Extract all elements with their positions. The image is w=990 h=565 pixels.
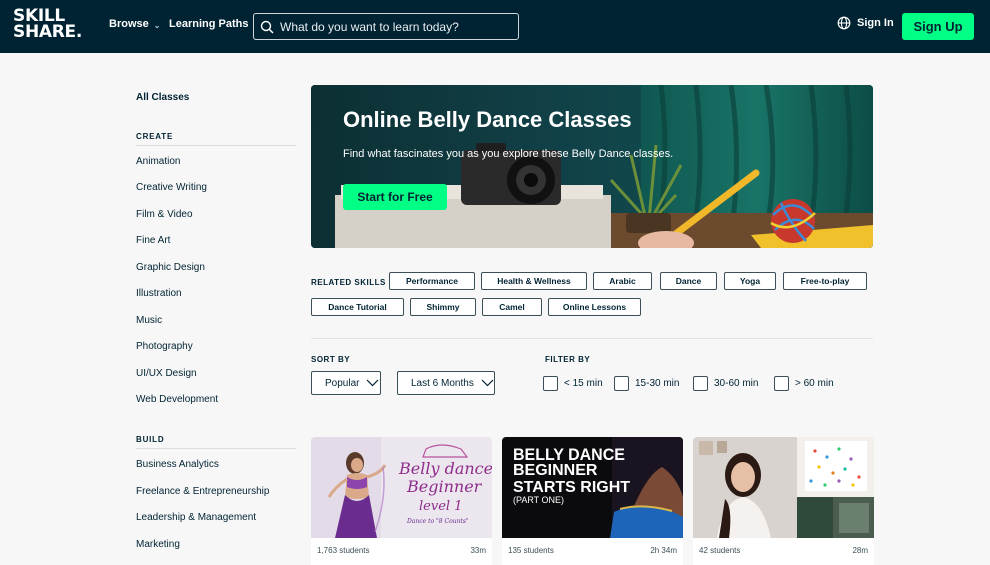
filter-label-15-30: 15-30 min: [635, 378, 680, 389]
sign-up-button[interactable]: Sign Up: [902, 13, 974, 40]
thumb-title-line-2: Beginner: [406, 477, 483, 496]
skill-pill-camel[interactable]: Camel: [482, 298, 542, 316]
sidebar-item-marketing[interactable]: Marketing: [136, 539, 180, 550]
class-thumbnail: [693, 437, 874, 538]
student-count: 1,763 students: [317, 546, 370, 555]
skill-pill-dance[interactable]: Dance: [660, 272, 717, 290]
sidebar-item-business-analytics[interactable]: Business Analytics: [136, 459, 219, 470]
chevron-down-icon: ⌄: [153, 21, 161, 30]
section-divider: [311, 338, 873, 339]
sidebar-item-graphic-design[interactable]: Graphic Design: [136, 262, 205, 273]
card-meta: 42 students 28m: [699, 546, 868, 555]
browse-label: Browse: [109, 18, 149, 30]
all-classes-link[interactable]: All Classes: [136, 92, 189, 103]
sign-in-link[interactable]: Sign In: [837, 16, 894, 30]
sort-by-label: SORT BY: [311, 355, 351, 364]
hero-banner: Online Belly Dance Classes Find what fas…: [311, 85, 873, 248]
student-count: 42 students: [699, 546, 741, 555]
browse-menu[interactable]: Browse ⌄: [109, 18, 160, 30]
class-duration: 28m: [852, 546, 868, 555]
hero-subtitle: Find what fascinates you as you explore …: [343, 148, 674, 160]
sidebar-item-fine-art[interactable]: Fine Art: [136, 235, 170, 246]
thumb-title-line-4: (PART ONE): [513, 495, 564, 505]
sort-select-value: Popular: [325, 377, 360, 389]
student-count: 135 students: [508, 546, 554, 555]
thumb-title-line-3: level 1: [419, 499, 462, 514]
sidebar-item-web-development[interactable]: Web Development: [136, 394, 218, 405]
top-navigation-bar: SKILL SHARE. Browse ⌄ Learning Paths Sig…: [0, 0, 990, 53]
thumb-title-line-4: Dance to "8 Counts": [406, 518, 469, 525]
filter-by-label: FILTER BY: [545, 355, 591, 364]
class-thumbnail: Belly dance Beginner level 1 Dance to "8…: [311, 437, 492, 538]
sidebar-item-animation[interactable]: Animation: [136, 156, 180, 167]
filter-checkbox-30-60[interactable]: [693, 376, 708, 391]
skill-pill-performance[interactable]: Performance: [389, 272, 475, 290]
skill-pill-dance-tutorial[interactable]: Dance Tutorial: [311, 298, 404, 316]
filter-checkbox-under-15[interactable]: [543, 376, 558, 391]
card-meta: 1,763 students 33m: [317, 546, 486, 555]
search-box[interactable]: [253, 13, 519, 40]
filter-label-under-15: < 15 min: [564, 378, 603, 389]
related-skills-label: RELATED SKILLS: [311, 278, 386, 287]
time-period-select-value: Last 6 Months: [411, 377, 474, 389]
class-thumbnail: BELLY DANCE BEGINNER STARTS RIGHT (PART …: [502, 437, 683, 538]
skill-pill-online-lessons[interactable]: Online Lessons: [548, 298, 641, 316]
thumb-title-line-2: BEGINNER: [513, 462, 598, 479]
class-duration: 2h 34m: [650, 546, 677, 555]
filter-checkbox-15-30[interactable]: [614, 376, 629, 391]
filter-label-over-60: > 60 min: [795, 378, 834, 389]
skill-pill-free-to-play[interactable]: Free-to-play: [783, 272, 867, 290]
start-for-free-button[interactable]: Start for Free: [343, 184, 447, 210]
skill-pill-arabic[interactable]: Arabic: [593, 272, 652, 290]
sidebar-item-creative-writing[interactable]: Creative Writing: [136, 182, 207, 193]
sign-in-label: Sign In: [857, 17, 894, 29]
search-input[interactable]: [280, 19, 510, 34]
chevron-down-icon: [481, 379, 494, 387]
thumb-title-line-1: Belly dance: [398, 459, 492, 478]
class-card[interactable]: 42 students 28m: [693, 437, 874, 565]
logo-line-2: SHARE.: [13, 22, 82, 42]
card-meta: 135 students 2h 34m: [508, 546, 677, 555]
search-icon: [260, 20, 274, 34]
chevron-down-icon: [367, 379, 379, 387]
sort-select[interactable]: Popular: [311, 371, 381, 395]
sidebar-item-freelance-entrepreneurship[interactable]: Freelance & Entrepreneurship: [136, 486, 269, 497]
sidebar-item-music[interactable]: Music: [136, 315, 162, 326]
skill-pill-yoga[interactable]: Yoga: [724, 272, 776, 290]
build-heading: BUILD: [136, 435, 296, 449]
class-card[interactable]: BELLY DANCE BEGINNER STARTS RIGHT (PART …: [502, 437, 683, 565]
skill-pill-shimmy[interactable]: Shimmy: [410, 298, 476, 316]
filter-checkbox-over-60[interactable]: [774, 376, 789, 391]
learning-paths-link[interactable]: Learning Paths: [169, 18, 248, 30]
sidebar-item-leadership-management[interactable]: Leadership & Management: [136, 512, 256, 523]
sidebar-item-illustration[interactable]: Illustration: [136, 288, 182, 299]
class-card[interactable]: Belly dance Beginner level 1 Dance to "8…: [311, 437, 492, 565]
create-heading: CREATE: [136, 132, 296, 146]
globe-icon: [837, 16, 851, 30]
sidebar-item-photography[interactable]: Photography: [136, 341, 193, 352]
class-duration: 33m: [470, 546, 486, 555]
sidebar-item-film-video[interactable]: Film & Video: [136, 209, 193, 220]
time-period-select[interactable]: Last 6 Months: [397, 371, 495, 395]
hero-title: Online Belly Dance Classes: [343, 107, 632, 132]
skill-pill-health-wellness[interactable]: Health & Wellness: [481, 272, 587, 290]
filter-label-30-60: 30-60 min: [714, 378, 759, 389]
sidebar-item-ui-ux-design[interactable]: UI/UX Design: [136, 368, 197, 379]
skillshare-logo[interactable]: SKILL SHARE.: [13, 8, 85, 42]
thumb-title-line-3: STARTS RIGHT: [513, 479, 630, 496]
